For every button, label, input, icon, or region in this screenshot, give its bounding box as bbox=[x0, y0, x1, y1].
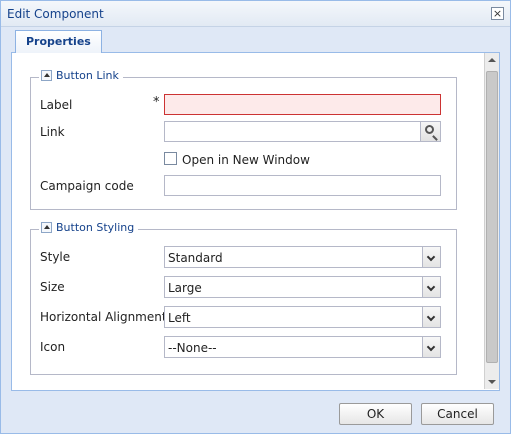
icon-select[interactable]: --None-- bbox=[164, 336, 441, 358]
link-input[interactable] bbox=[164, 121, 421, 142]
ok-button[interactable]: OK bbox=[339, 403, 412, 425]
scrollbar-thumb[interactable] bbox=[486, 71, 498, 363]
form-scroll-area: Button Link Label * Link Open in New Win… bbox=[12, 53, 485, 389]
chevron-down-icon bbox=[426, 282, 436, 292]
alignment-select-value: Left bbox=[168, 311, 191, 325]
properties-panel: Button Link Label * Link Open in New Win… bbox=[11, 53, 500, 391]
icon-label: Icon bbox=[40, 340, 66, 354]
edit-component-dialog: Edit Component × Properties Button Link … bbox=[0, 0, 511, 434]
title-bar[interactable]: Edit Component × bbox=[1, 1, 510, 27]
close-icon: × bbox=[492, 7, 503, 20]
search-icon bbox=[425, 125, 434, 134]
link-browse-button[interactable] bbox=[421, 121, 441, 142]
open-new-window-label[interactable]: Open in New Window bbox=[182, 153, 310, 167]
label-row: Label * bbox=[31, 94, 456, 116]
style-dropdown-button[interactable] bbox=[422, 247, 440, 267]
size-label: Size bbox=[40, 280, 65, 294]
cancel-button[interactable]: Cancel bbox=[421, 403, 494, 425]
link-field-label: Link bbox=[40, 125, 65, 139]
chevron-down-icon bbox=[426, 252, 436, 262]
size-select-value: Large bbox=[168, 281, 202, 295]
campaign-code-input[interactable] bbox=[164, 175, 441, 196]
open-new-window-row: Open in New Window bbox=[31, 149, 456, 171]
dialog-title: Edit Component bbox=[7, 7, 104, 21]
tab-properties[interactable]: Properties bbox=[15, 30, 102, 53]
campaign-code-label: Campaign code bbox=[40, 179, 134, 193]
button-styling-fieldset: Button Styling Style Standard Size Large bbox=[30, 221, 457, 375]
button-link-legend-text: Button Link bbox=[56, 69, 119, 82]
size-dropdown-button[interactable] bbox=[422, 277, 440, 297]
tab-strip: Properties bbox=[11, 28, 500, 53]
required-marker: * bbox=[153, 95, 160, 110]
size-row: Size Large bbox=[31, 276, 456, 298]
close-button[interactable]: × bbox=[491, 7, 504, 20]
vertical-scrollbar[interactable] bbox=[484, 53, 499, 389]
campaign-code-row: Campaign code bbox=[31, 175, 456, 197]
dialog-footer: OK Cancel bbox=[1, 393, 510, 433]
style-select-value: Standard bbox=[168, 251, 223, 265]
scroll-up-arrow-icon[interactable] bbox=[485, 53, 499, 67]
icon-row: Icon --None-- bbox=[31, 336, 456, 358]
label-input[interactable] bbox=[164, 94, 441, 115]
button-link-legend[interactable]: Button Link bbox=[39, 69, 123, 82]
size-select[interactable]: Large bbox=[164, 276, 441, 298]
label-field-label: Label bbox=[40, 98, 73, 112]
style-select[interactable]: Standard bbox=[164, 246, 441, 268]
alignment-row: Horizontal Alignment Left bbox=[31, 306, 456, 328]
button-styling-legend[interactable]: Button Styling bbox=[39, 221, 139, 234]
alignment-label: Horizontal Alignment bbox=[40, 310, 167, 324]
collapse-up-icon[interactable] bbox=[41, 222, 52, 233]
collapse-up-icon[interactable] bbox=[41, 70, 52, 81]
alignment-select[interactable]: Left bbox=[164, 306, 441, 328]
button-link-fieldset: Button Link Label * Link Open in New Win… bbox=[30, 69, 457, 210]
link-row: Link bbox=[31, 121, 456, 143]
chevron-down-icon bbox=[426, 312, 436, 322]
alignment-dropdown-button[interactable] bbox=[422, 307, 440, 327]
scroll-down-arrow-icon[interactable] bbox=[485, 375, 499, 389]
button-styling-legend-text: Button Styling bbox=[56, 221, 135, 234]
icon-select-value: --None-- bbox=[168, 341, 217, 355]
open-new-window-checkbox[interactable] bbox=[164, 152, 177, 165]
chevron-down-icon bbox=[426, 342, 436, 352]
style-row: Style Standard bbox=[31, 246, 456, 268]
style-label: Style bbox=[40, 250, 71, 264]
icon-dropdown-button[interactable] bbox=[422, 337, 440, 357]
